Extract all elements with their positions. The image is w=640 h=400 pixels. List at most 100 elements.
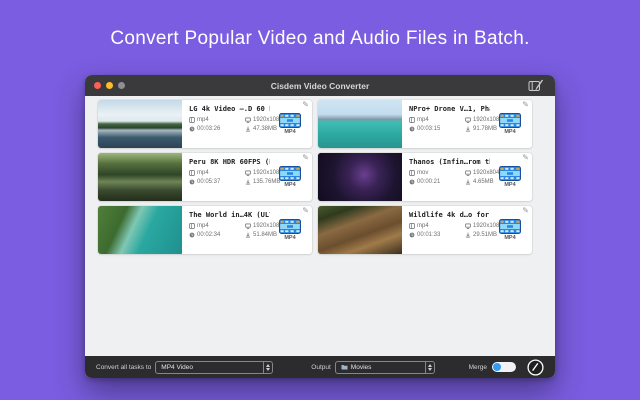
card-format: mp4 xyxy=(197,223,209,229)
output-select[interactable]: Movies xyxy=(335,361,435,374)
clock-icon xyxy=(409,126,415,132)
video-info: Thanos (Infin…rom the films mov 1920x804… xyxy=(402,153,492,201)
video-thumbnail xyxy=(318,206,402,254)
download-size-icon xyxy=(465,179,471,185)
video-info: Wildlife 4k d…o for oled tv mp4 1920x108… xyxy=(402,206,492,254)
monitor-icon xyxy=(245,117,251,123)
convert-all-label: Convert all tasks to xyxy=(96,364,151,371)
download-size-icon xyxy=(245,179,251,185)
file-icon xyxy=(189,170,195,176)
file-list-area: LG 4k Video —.D 60 FPS.f137 mp4 1920x108… xyxy=(85,96,555,356)
merge-toggle[interactable] xyxy=(492,362,516,372)
video-thumbnail xyxy=(318,153,402,201)
video-file-icon xyxy=(279,219,301,234)
card-duration: 00:03:26 xyxy=(197,126,220,132)
video-info: The World in…4K (ULTRA HD) mp4 1920x1080… xyxy=(182,206,272,254)
card-duration: 00:02:34 xyxy=(197,232,220,238)
close-button[interactable] xyxy=(94,82,101,89)
app-window: Cisdem Video Converter LG 4k Video —.D 6… xyxy=(85,75,555,378)
video-file-icon xyxy=(279,166,301,181)
card-title: LG 4k Video —.D 60 FPS.f137 xyxy=(189,105,270,113)
card-badge-label: MP4 xyxy=(284,235,295,241)
video-thumbnail xyxy=(98,206,182,254)
minimize-button[interactable] xyxy=(106,82,113,89)
format-item: mp4 xyxy=(409,223,461,229)
video-card[interactable]: The World in…4K (ULTRA HD) mp4 1920x1080… xyxy=(98,206,312,254)
video-card[interactable]: Wildlife 4k d…o for oled tv mp4 1920x108… xyxy=(318,206,532,254)
format-item: mp4 xyxy=(189,117,241,123)
video-card[interactable]: Thanos (Infin…rom the films mov 1920x804… xyxy=(318,153,532,201)
edit-pencil-icon[interactable]: ✎ xyxy=(302,100,309,110)
clock-icon xyxy=(409,179,415,185)
file-icon xyxy=(409,117,415,123)
format-select[interactable]: MP4 Video xyxy=(155,361,273,374)
duration-item: 00:02:34 xyxy=(189,232,241,238)
card-format: mov xyxy=(417,170,428,176)
download-size-icon xyxy=(465,232,471,238)
duration-item: 00:00:21 xyxy=(409,179,461,185)
duration-item: 00:01:33 xyxy=(409,232,461,238)
format-select-value: MP4 Video xyxy=(161,364,259,371)
edit-pencil-icon[interactable]: ✎ xyxy=(522,153,529,163)
card-title: Wildlife 4k d…o for oled tv xyxy=(409,211,490,219)
edit-pencil-icon[interactable]: ✎ xyxy=(302,153,309,163)
clock-icon xyxy=(189,126,195,132)
card-size: 4.65MB xyxy=(473,179,494,185)
clock-icon xyxy=(189,232,195,238)
video-file-icon xyxy=(279,113,301,128)
card-badge-label: MP4 xyxy=(284,129,295,135)
video-card[interactable]: LG 4k Video —.D 60 FPS.f137 mp4 1920x108… xyxy=(98,100,312,148)
output-label: Output xyxy=(311,364,331,371)
monitor-icon xyxy=(245,170,251,176)
video-thumbnail xyxy=(318,100,402,148)
duration-item: 00:05:37 xyxy=(189,179,241,185)
video-info: LG 4k Video —.D 60 FPS.f137 mp4 1920x108… xyxy=(182,100,272,148)
video-file-icon xyxy=(499,166,521,181)
file-icon xyxy=(189,223,195,229)
card-duration: 00:00:21 xyxy=(417,179,440,185)
duration-item: 00:03:15 xyxy=(409,126,461,132)
file-grid: LG 4k Video —.D 60 FPS.f137 mp4 1920x108… xyxy=(98,100,555,254)
video-file-icon xyxy=(499,113,521,128)
card-badge-label: MP4 xyxy=(284,182,295,188)
video-card[interactable]: NPro+ Drone V…1, Phantom2) mp4 1920x1080… xyxy=(318,100,532,148)
card-badge-label: MP4 xyxy=(504,129,515,135)
format-item: mp4 xyxy=(189,170,241,176)
download-size-icon xyxy=(245,232,251,238)
card-title: The World in…4K (ULTRA HD) xyxy=(189,211,270,219)
card-duration: 00:03:15 xyxy=(417,126,440,132)
titlebar: Cisdem Video Converter xyxy=(85,75,555,96)
traffic-lights xyxy=(94,82,125,89)
card-title: Thanos (Infin…rom the films xyxy=(409,158,490,166)
merge-toggle-knob xyxy=(493,363,501,371)
folder-icon xyxy=(341,364,348,370)
edit-pencil-icon[interactable]: ✎ xyxy=(302,206,309,216)
format-item: mp4 xyxy=(189,223,241,229)
film-edit-icon[interactable] xyxy=(528,79,544,92)
card-format: mp4 xyxy=(417,223,429,229)
edit-pencil-icon[interactable]: ✎ xyxy=(522,100,529,110)
clock-icon xyxy=(409,232,415,238)
monitor-icon xyxy=(245,223,251,229)
monitor-icon xyxy=(465,223,471,229)
monitor-icon xyxy=(465,117,471,123)
video-thumbnail xyxy=(98,153,182,201)
format-item: mov xyxy=(409,170,461,176)
card-badge-label: MP4 xyxy=(504,235,515,241)
clock-icon xyxy=(189,179,195,185)
card-format: mp4 xyxy=(417,117,429,123)
window-title: Cisdem Video Converter xyxy=(85,81,555,91)
duration-item: 00:03:26 xyxy=(189,126,241,132)
card-title: Peru 8K HDR 60FPS (FUHD) xyxy=(189,158,270,166)
card-format: mp4 xyxy=(197,170,209,176)
convert-button[interactable] xyxy=(527,359,544,376)
zoom-button[interactable] xyxy=(118,82,125,89)
card-duration: 00:01:33 xyxy=(417,232,440,238)
stepper-icon xyxy=(263,362,272,373)
marketing-headline: Convert Popular Video and Audio Files in… xyxy=(0,28,640,50)
merge-label: Merge xyxy=(469,364,487,371)
edit-pencil-icon[interactable]: ✎ xyxy=(522,206,529,216)
download-size-icon xyxy=(465,126,471,132)
file-icon xyxy=(409,170,415,176)
video-card[interactable]: Peru 8K HDR 60FPS (FUHD) mp4 1920x1080 0… xyxy=(98,153,312,201)
